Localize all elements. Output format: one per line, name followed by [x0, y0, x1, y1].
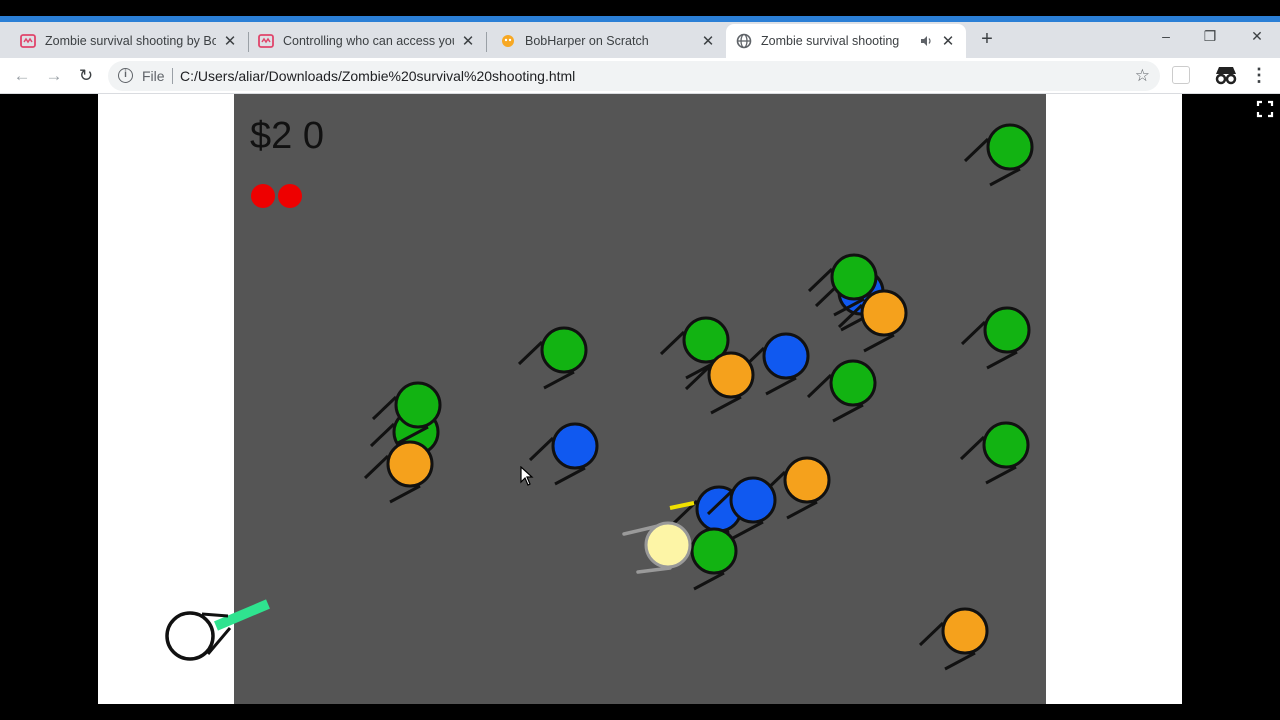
restore-button[interactable]: ❐ [1200, 28, 1220, 48]
info-icon[interactable]: i [118, 68, 133, 83]
tab-title: BobHarper on Scratch [525, 34, 649, 48]
fullscreen-icon[interactable] [1256, 100, 1274, 118]
bookmark-star-icon[interactable]: ☆ [1135, 66, 1150, 86]
tab-zombie-game[interactable]: Zombie survival shooting ✕ [726, 24, 966, 58]
globe-icon [736, 33, 752, 49]
forward-button[interactable]: → [42, 64, 66, 88]
new-tab-button[interactable]: + [976, 29, 998, 51]
close-icon[interactable]: ✕ [940, 32, 956, 50]
game-canvas[interactable]: $2 0 [98, 94, 1182, 704]
address-bar[interactable]: i File C:/Users/aliar/Downloads/Zombie%2… [108, 61, 1160, 91]
tab-strip: Zombie survival shooting by Bob ✕ Contro… [0, 22, 1280, 58]
omnibox-divider [172, 68, 173, 84]
scheme-label: File [142, 68, 165, 84]
browser-toolbar: ← → ↻ i File C:/Users/aliar/Downloads/Zo… [0, 58, 1280, 94]
tab-controlling-access[interactable]: Controlling who can access your ✕ [248, 24, 487, 58]
life-dot [278, 184, 302, 208]
close-icon[interactable]: ✕ [700, 32, 716, 50]
tab-title: Zombie survival shooting by Bob [45, 34, 216, 48]
close-icon[interactable]: ✕ [222, 32, 238, 50]
money-counter: $2 0 [250, 115, 324, 157]
tab-title: Zombie survival shooting [761, 34, 900, 48]
scratch-cat-icon [500, 33, 516, 49]
browser-menu-button[interactable]: ⋮ [1250, 64, 1268, 86]
speaker-icon[interactable] [918, 33, 934, 49]
url-text[interactable]: C:/Users/aliar/Downloads/Zombie%20surviv… [180, 68, 575, 84]
reload-button[interactable]: ↻ [74, 64, 98, 88]
close-icon[interactable]: ✕ [460, 32, 476, 50]
tab-separator [486, 32, 487, 52]
scratch-studio-icon [20, 33, 36, 49]
life-dot [251, 184, 275, 208]
play-field [234, 94, 1046, 704]
back-button[interactable]: ← [10, 64, 34, 88]
tab-bobharper[interactable]: BobHarper on Scratch ✕ [490, 24, 726, 58]
tab-zombie-studio[interactable]: Zombie survival shooting by Bob ✕ [10, 24, 249, 58]
close-window-button[interactable]: ✕ [1247, 28, 1267, 48]
tab-title: Controlling who can access your [283, 34, 454, 48]
mouse-cursor [520, 466, 534, 486]
minimize-button[interactable]: – [1156, 28, 1176, 48]
extension-icon[interactable] [1172, 66, 1190, 84]
os-top-strip [0, 0, 1280, 16]
incognito-profile-icon[interactable] [1212, 64, 1240, 86]
scratch-studio-icon [258, 33, 274, 49]
